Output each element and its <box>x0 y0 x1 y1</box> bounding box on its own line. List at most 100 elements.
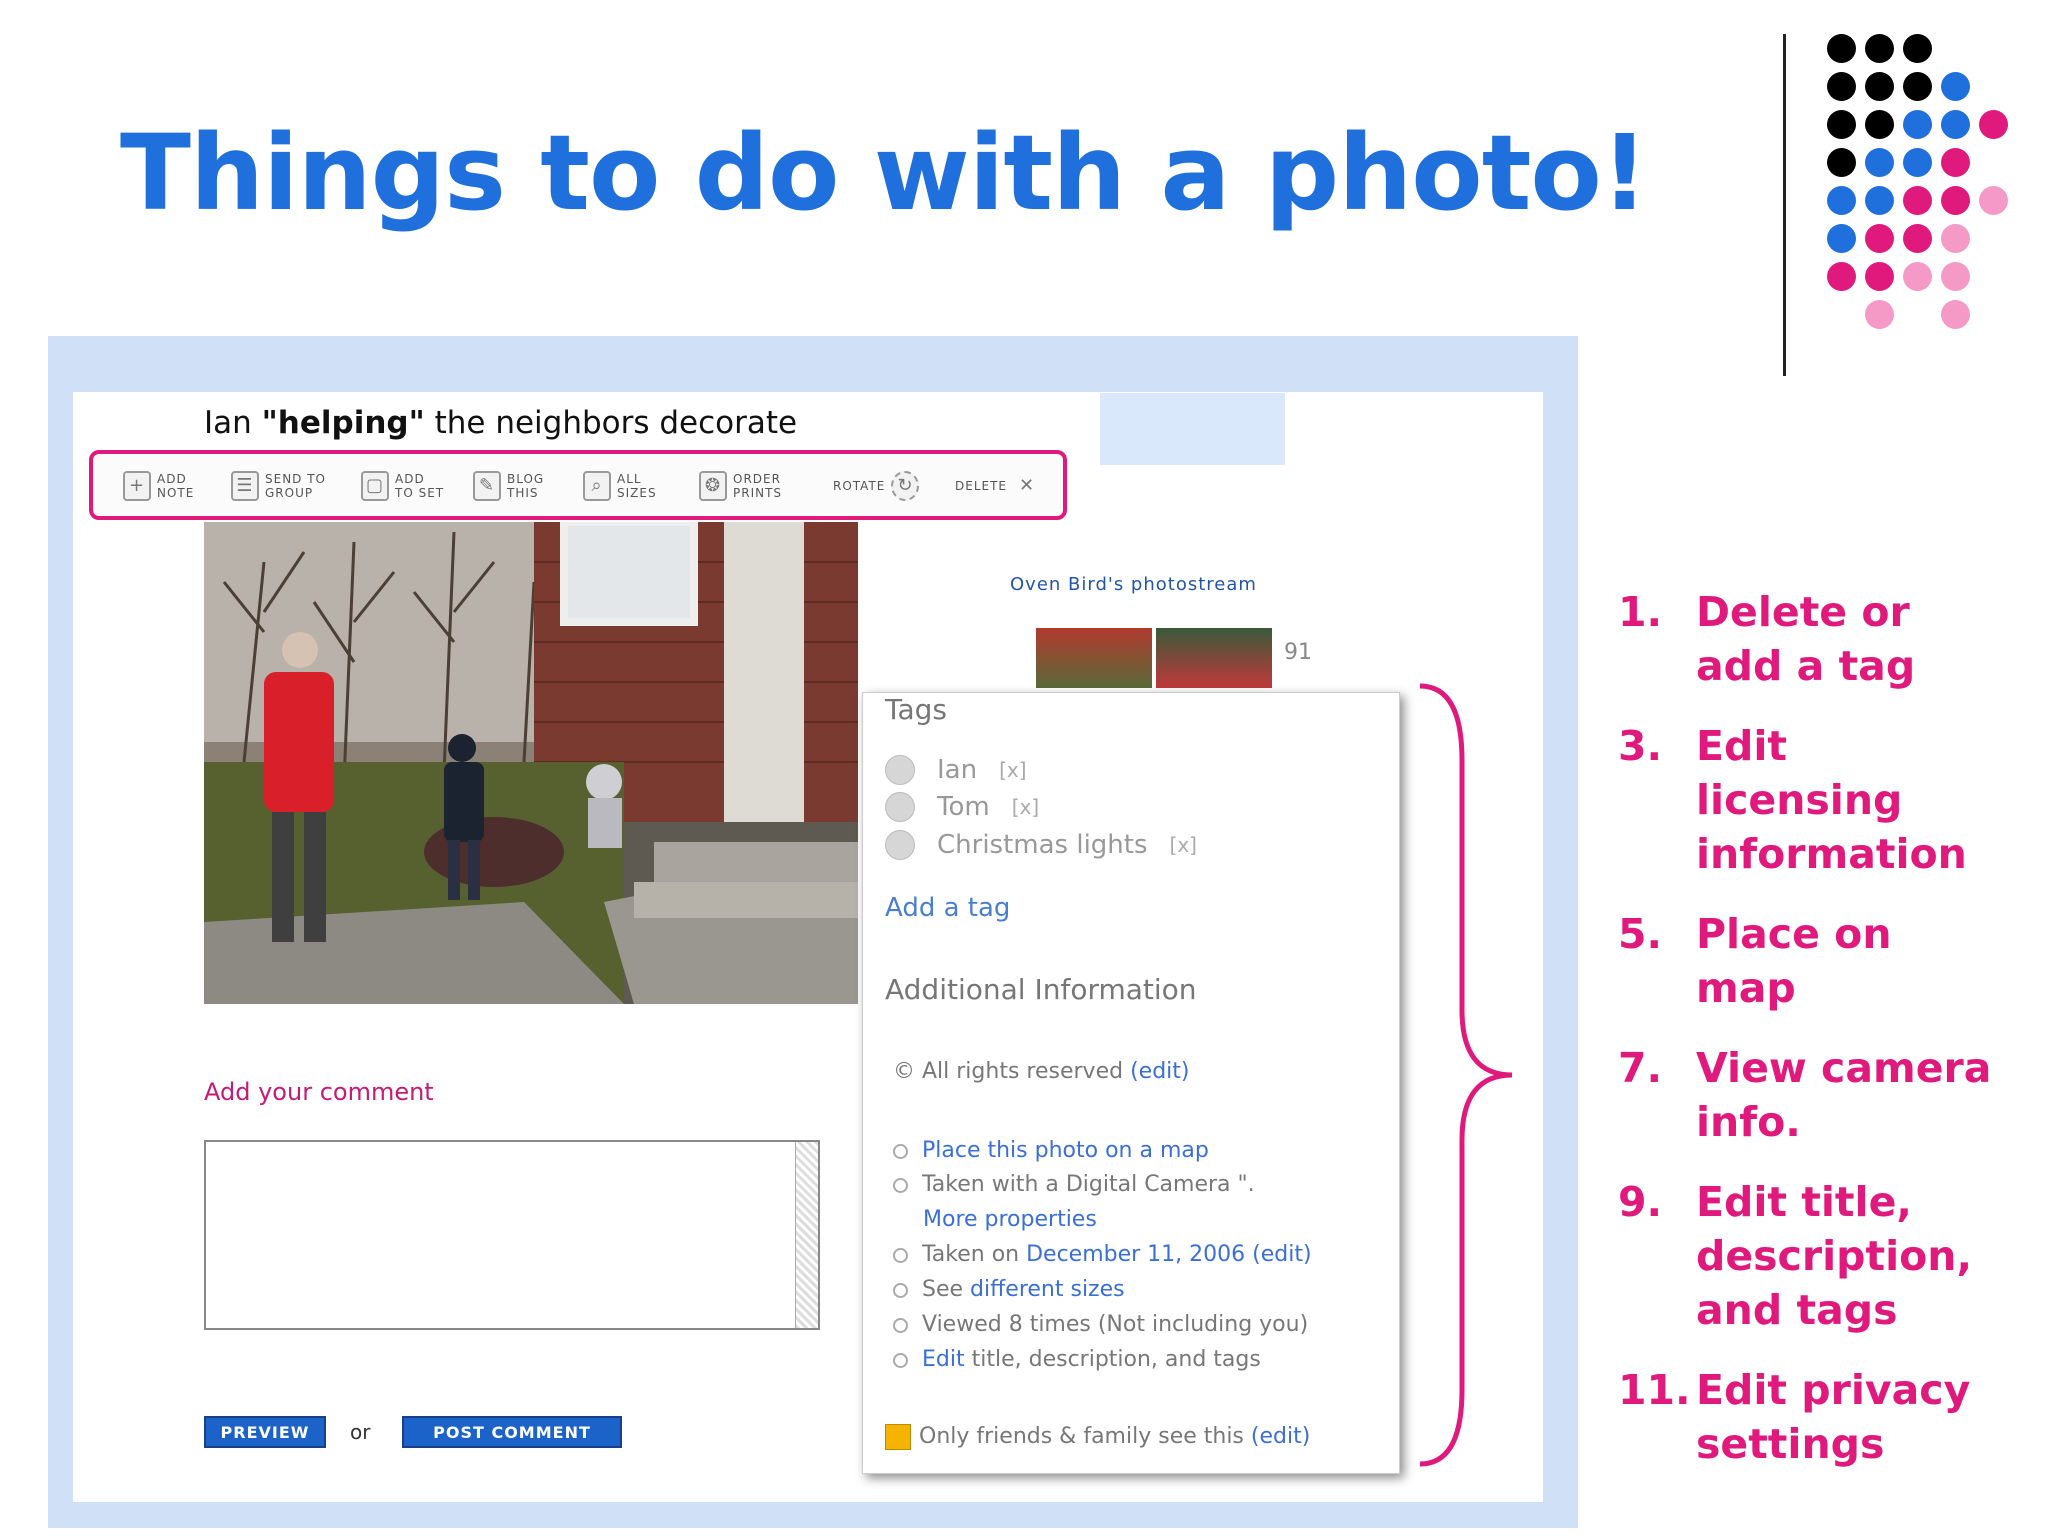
edit-privacy-link[interactable]: (edit) <box>1251 1424 1310 1449</box>
decorative-dot <box>1865 186 1894 215</box>
edit-date-link[interactable]: (edit) <box>1252 1242 1311 1267</box>
photo-toolbar: + ADD NOTE ☰ SEND TO GROUP ▢ ADD TO SET ✎ B… <box>89 450 1067 520</box>
rotate-icon: ↻ <box>891 471 920 501</box>
additional-info-header: Additional Information <box>885 973 1197 1006</box>
preview-button[interactable]: PREVIEW <box>204 1416 326 1448</box>
decorative-dot <box>1827 148 1856 177</box>
views-line: Viewed 8 times (Not including you) <box>893 1312 1308 1337</box>
decorative-dot <box>1941 110 1970 139</box>
tag-label[interactable]: Christmas lights <box>937 830 1148 860</box>
or-text: or <box>350 1420 371 1444</box>
comment-textarea[interactable] <box>204 1140 820 1330</box>
bullet-icon <box>893 1143 908 1159</box>
photostream-thumbnail[interactable] <box>1036 628 1152 688</box>
decorative-dot <box>1865 148 1894 177</box>
bullet-icon <box>893 1247 908 1263</box>
globe-icon <box>885 830 915 860</box>
step-item: 7. View camera info. <box>1618 1044 1992 1146</box>
step-item: 9. Edit title, description, and tags <box>1618 1178 1973 1334</box>
edit-license-link[interactable]: (edit) <box>1130 1059 1189 1084</box>
decorative-dot <box>1865 224 1894 253</box>
add-note-icon: + <box>123 471 151 501</box>
remove-tag-button[interactable]: [x] <box>1012 795 1039 819</box>
privacy-line: Only friends & family see this (edit) <box>885 1424 1310 1450</box>
set-icon: ▢ <box>361 471 389 501</box>
tags-info-panel: Tags Ian [x] Tom [x] Christmas lights [x… <box>862 692 1400 1474</box>
decorative-dot <box>1827 224 1856 253</box>
taken-on-line: Taken on December 11, 2006 (edit) <box>893 1242 1312 1267</box>
decorative-dot <box>1903 148 1932 177</box>
bullet-icon <box>893 1317 908 1333</box>
post-comment-button[interactable]: POST COMMENT <box>402 1416 622 1448</box>
decorative-dot <box>1865 34 1894 63</box>
decorative-dot <box>1865 262 1894 291</box>
sizes-line: See different sizes <box>893 1277 1125 1302</box>
camera-line: Taken with a Digital Camera ". <box>893 1172 1255 1197</box>
decorative-dot <box>1827 186 1856 215</box>
group-icon: ☰ <box>231 471 259 501</box>
bullet-icon <box>893 1282 908 1298</box>
add-tag-link[interactable]: Add a tag <box>885 893 1010 923</box>
blog-this-button[interactable]: ✎ BLOG THIS <box>473 466 544 506</box>
decorative-dot <box>1979 186 2008 215</box>
decorative-dot <box>1827 110 1856 139</box>
steps-list: 1. Delete or add a tag 3. Edit licensing i… <box>1618 585 1996 1497</box>
decorative-dot <box>1865 300 1894 329</box>
place-map-link[interactable]: Place this photo on a map <box>922 1138 1209 1163</box>
add-to-set-button[interactable]: ▢ ADD TO SET <box>361 466 444 506</box>
decorative-dot <box>1941 148 1970 177</box>
remove-tag-button[interactable]: [x] <box>1170 833 1197 857</box>
decorative-dot <box>1903 224 1932 253</box>
step-item: 3. Edit licensing information <box>1618 722 1967 878</box>
blog-icon: ✎ <box>473 471 501 501</box>
tag-item[interactable]: Christmas lights [x] <box>885 830 1197 860</box>
order-prints-button[interactable]: ❂ ORDER PRINTS <box>699 466 782 506</box>
decorative-dot <box>1903 110 1932 139</box>
decorative-dot <box>1827 34 1856 63</box>
different-sizes-link[interactable]: different sizes <box>970 1277 1125 1302</box>
tags-header: Tags <box>885 693 947 726</box>
tag-label[interactable]: Ian <box>937 755 977 785</box>
decorative-dot <box>1941 262 1970 291</box>
globe-icon <box>885 755 915 785</box>
photo-image[interactable] <box>204 522 858 1004</box>
decorative-dot <box>1865 72 1894 101</box>
decorative-dot <box>1903 34 1932 63</box>
tag-item[interactable]: Tom [x] <box>885 792 1039 822</box>
remove-tag-button[interactable]: [x] <box>999 758 1026 782</box>
send-to-group-button[interactable]: ☰ SEND TO GROUP <box>231 466 326 506</box>
license-line: © All rights reserved (edit) <box>893 1059 1190 1084</box>
photo-title: Ian "helping" the neighbors decorate <box>204 405 798 441</box>
decorative-dot <box>1903 262 1932 291</box>
more-properties-line: More properties <box>923 1207 1097 1232</box>
add-comment-heading: Add your comment <box>204 1078 434 1106</box>
decorative-dot <box>1865 110 1894 139</box>
bullet-icon <box>893 1352 908 1368</box>
decorative-dot-pattern <box>1800 30 2040 340</box>
decorative-dot <box>1941 224 1970 253</box>
globe-icon <box>885 792 915 822</box>
all-sizes-button[interactable]: ⌕ ALL SIZES <box>583 466 657 506</box>
rotate-button[interactable]: ROTATE ↻ <box>833 466 920 506</box>
photostream-thumbnail[interactable] <box>1156 628 1272 688</box>
tag-item[interactable]: Ian [x] <box>885 755 1027 785</box>
add-note-button[interactable]: + ADD NOTE <box>123 466 194 506</box>
decorative-dot <box>1979 110 2008 139</box>
delete-button[interactable]: DELETE ✕ <box>955 466 1041 506</box>
taken-on-date-link[interactable]: December 11, 2006 <box>1026 1242 1245 1267</box>
photo-scene <box>204 522 858 1004</box>
comment-scrollbar[interactable] <box>795 1142 818 1328</box>
step-item: 1. Delete or add a tag <box>1618 588 1916 690</box>
decorative-divider <box>1783 34 1786 376</box>
decorative-dot <box>1941 72 1970 101</box>
edit-details-link[interactable]: Edit <box>922 1347 965 1372</box>
more-properties-link[interactable]: More properties <box>923 1207 1097 1232</box>
step-item: 11. Edit privacy settings <box>1618 1366 1971 1468</box>
magnifier-icon: ⌕ <box>583 471 611 501</box>
prints-icon: ❂ <box>699 471 727 501</box>
tag-label[interactable]: Tom <box>937 792 990 822</box>
step-item: 5. Place on map <box>1618 910 1892 1012</box>
photostream-link[interactable]: Oven Bird's photostream <box>1010 574 1257 595</box>
privacy-lock-icon <box>885 1424 911 1450</box>
decorative-dot <box>1827 72 1856 101</box>
